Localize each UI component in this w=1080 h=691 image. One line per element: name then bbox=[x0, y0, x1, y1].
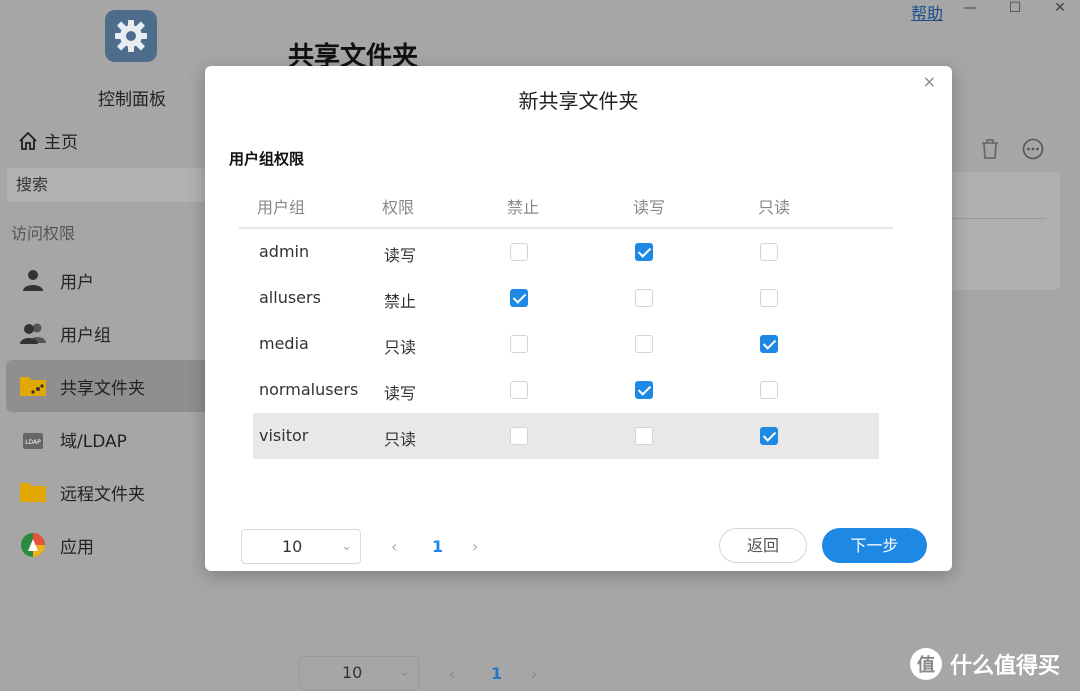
sidebar-search-input[interactable]: 搜索 bbox=[7, 168, 206, 202]
cell-permission: 读写 bbox=[384, 246, 417, 265]
folder-icon bbox=[19, 478, 47, 506]
trash-icon[interactable] bbox=[980, 138, 1000, 165]
checkbox-deny[interactable] bbox=[510, 427, 528, 445]
chevron-down-icon: ⌄ bbox=[341, 539, 352, 554]
column-header-read-only: 只读 bbox=[758, 198, 791, 217]
user-icon bbox=[19, 266, 47, 294]
sidebar-item-remote-folder[interactable]: 远程文件夹 bbox=[6, 466, 206, 518]
cell-group: media bbox=[259, 334, 309, 353]
next-page-button[interactable]: › bbox=[472, 537, 478, 556]
help-link[interactable]: 帮助 bbox=[911, 0, 943, 24]
watermark: 值 什么值得买 bbox=[910, 648, 1060, 680]
background-divider bbox=[950, 218, 1046, 219]
table-body: admin 读写 allusers 禁止 media 只读 normalusers 读写 vis… bbox=[239, 229, 893, 459]
checkbox-read-only[interactable] bbox=[760, 427, 778, 445]
watermark-text: 什么值得买 bbox=[950, 654, 1061, 679]
maximize-button[interactable]: ☐ bbox=[1003, 0, 1027, 16]
sidebar-item-shared-folder[interactable]: 共享文件夹 bbox=[6, 360, 206, 412]
checkbox-read-only[interactable] bbox=[760, 335, 778, 353]
page-size-value: 10 bbox=[282, 537, 303, 556]
sidebar-item-label: 域/LDAP bbox=[60, 431, 127, 452]
checkbox-read-write[interactable] bbox=[635, 243, 653, 261]
more-options-icon[interactable] bbox=[1022, 138, 1044, 165]
table-row: media 只读 bbox=[239, 321, 893, 367]
cell-group: normalusers bbox=[259, 380, 359, 399]
background-page-number[interactable]: 1 bbox=[491, 664, 502, 683]
cell-group: allusers bbox=[259, 288, 321, 307]
sidebar-item-label: 用户 bbox=[60, 272, 94, 293]
sidebar-item-label: 用户组 bbox=[60, 325, 111, 346]
sidebar-item-label: 应用 bbox=[60, 537, 94, 558]
cell-permission: 禁止 bbox=[384, 292, 417, 311]
cell-group: visitor bbox=[259, 426, 309, 445]
app-title: 控制面板 bbox=[98, 90, 166, 110]
column-header-permission: 权限 bbox=[382, 198, 415, 217]
control-panel-gear-icon bbox=[105, 10, 157, 62]
column-header-read-write: 读写 bbox=[633, 198, 666, 217]
sidebar-item-user[interactable]: 用户 bbox=[6, 254, 206, 306]
page-size-select[interactable]: 10 ⌄ bbox=[241, 529, 361, 564]
checkbox-read-write[interactable] bbox=[635, 381, 653, 399]
section-title: 用户组权限 bbox=[229, 150, 305, 168]
sidebar-home-label: 主页 bbox=[44, 133, 78, 153]
checkbox-deny[interactable] bbox=[510, 243, 528, 261]
sidebar-item-app[interactable]: 应用 bbox=[6, 519, 206, 571]
users-group-icon bbox=[19, 319, 47, 347]
chevron-down-icon: ⌄ bbox=[399, 665, 410, 680]
sidebar-item-user-group[interactable]: 用户组 bbox=[6, 307, 206, 359]
table-row: visitor 只读 bbox=[253, 413, 879, 459]
svg-text:LDAP: LDAP bbox=[25, 439, 41, 446]
watermark-logo: 值 bbox=[910, 648, 942, 680]
checkbox-read-only[interactable] bbox=[760, 243, 778, 261]
checkbox-deny[interactable] bbox=[510, 335, 528, 353]
checkbox-deny[interactable] bbox=[510, 381, 528, 399]
table-row: normalusers 读写 bbox=[239, 367, 893, 413]
next-step-button[interactable]: 下一步 bbox=[822, 528, 927, 563]
column-header-group: 用户组 bbox=[257, 198, 306, 217]
sidebar-section-title: 访问权限 bbox=[11, 224, 76, 243]
back-button[interactable]: 返回 bbox=[719, 528, 807, 563]
checkbox-read-only[interactable] bbox=[760, 381, 778, 399]
checkbox-read-write[interactable] bbox=[635, 335, 653, 353]
sidebar-item-label: 共享文件夹 bbox=[60, 378, 145, 399]
new-shared-folder-dialog: × 新共享文件夹 用户组权限 用户组 权限 禁止 读写 只读 admin 读写 al… bbox=[205, 66, 952, 571]
table-row: admin 读写 bbox=[239, 229, 893, 275]
checkbox-read-write[interactable] bbox=[635, 289, 653, 307]
checkbox-read-write[interactable] bbox=[635, 427, 653, 445]
sidebar-item-ldap[interactable]: LDAP 域/LDAP bbox=[6, 413, 206, 465]
checkbox-read-only[interactable] bbox=[760, 289, 778, 307]
home-icon bbox=[19, 131, 37, 150]
cell-group: admin bbox=[259, 242, 310, 261]
cell-permission: 只读 bbox=[384, 430, 417, 449]
minimize-button[interactable]: — bbox=[958, 0, 982, 16]
sidebar-home[interactable]: 主页 bbox=[18, 128, 78, 153]
background-next-page[interactable]: › bbox=[531, 664, 537, 683]
dialog-title: 新共享文件夹 bbox=[518, 89, 639, 113]
background-prev-page[interactable]: ‹ bbox=[449, 664, 455, 683]
table-row: allusers 禁止 bbox=[239, 275, 893, 321]
page-number-button[interactable]: 1 bbox=[432, 537, 443, 556]
checkbox-deny[interactable] bbox=[510, 289, 528, 307]
table-header: 用户组 权限 禁止 读写 只读 bbox=[239, 182, 893, 229]
sidebar-item-label: 远程文件夹 bbox=[60, 484, 145, 505]
background-card bbox=[950, 172, 1060, 290]
prev-page-button[interactable]: ‹ bbox=[391, 537, 397, 556]
cell-permission: 读写 bbox=[384, 384, 417, 403]
ldap-icon: LDAP bbox=[19, 425, 47, 453]
cell-permission: 只读 bbox=[384, 338, 417, 357]
page-size-value: 10 bbox=[342, 663, 363, 682]
group-permission-table: 用户组 权限 禁止 读写 只读 admin 读写 allusers 禁止 media 只读… bbox=[239, 182, 893, 459]
background-page-size-select[interactable]: 10 ⌄ bbox=[299, 656, 419, 690]
app-icon bbox=[19, 531, 47, 559]
close-window-button[interactable]: ✕ bbox=[1048, 0, 1072, 16]
shared-folder-icon bbox=[19, 372, 47, 400]
column-header-deny: 禁止 bbox=[507, 198, 540, 217]
